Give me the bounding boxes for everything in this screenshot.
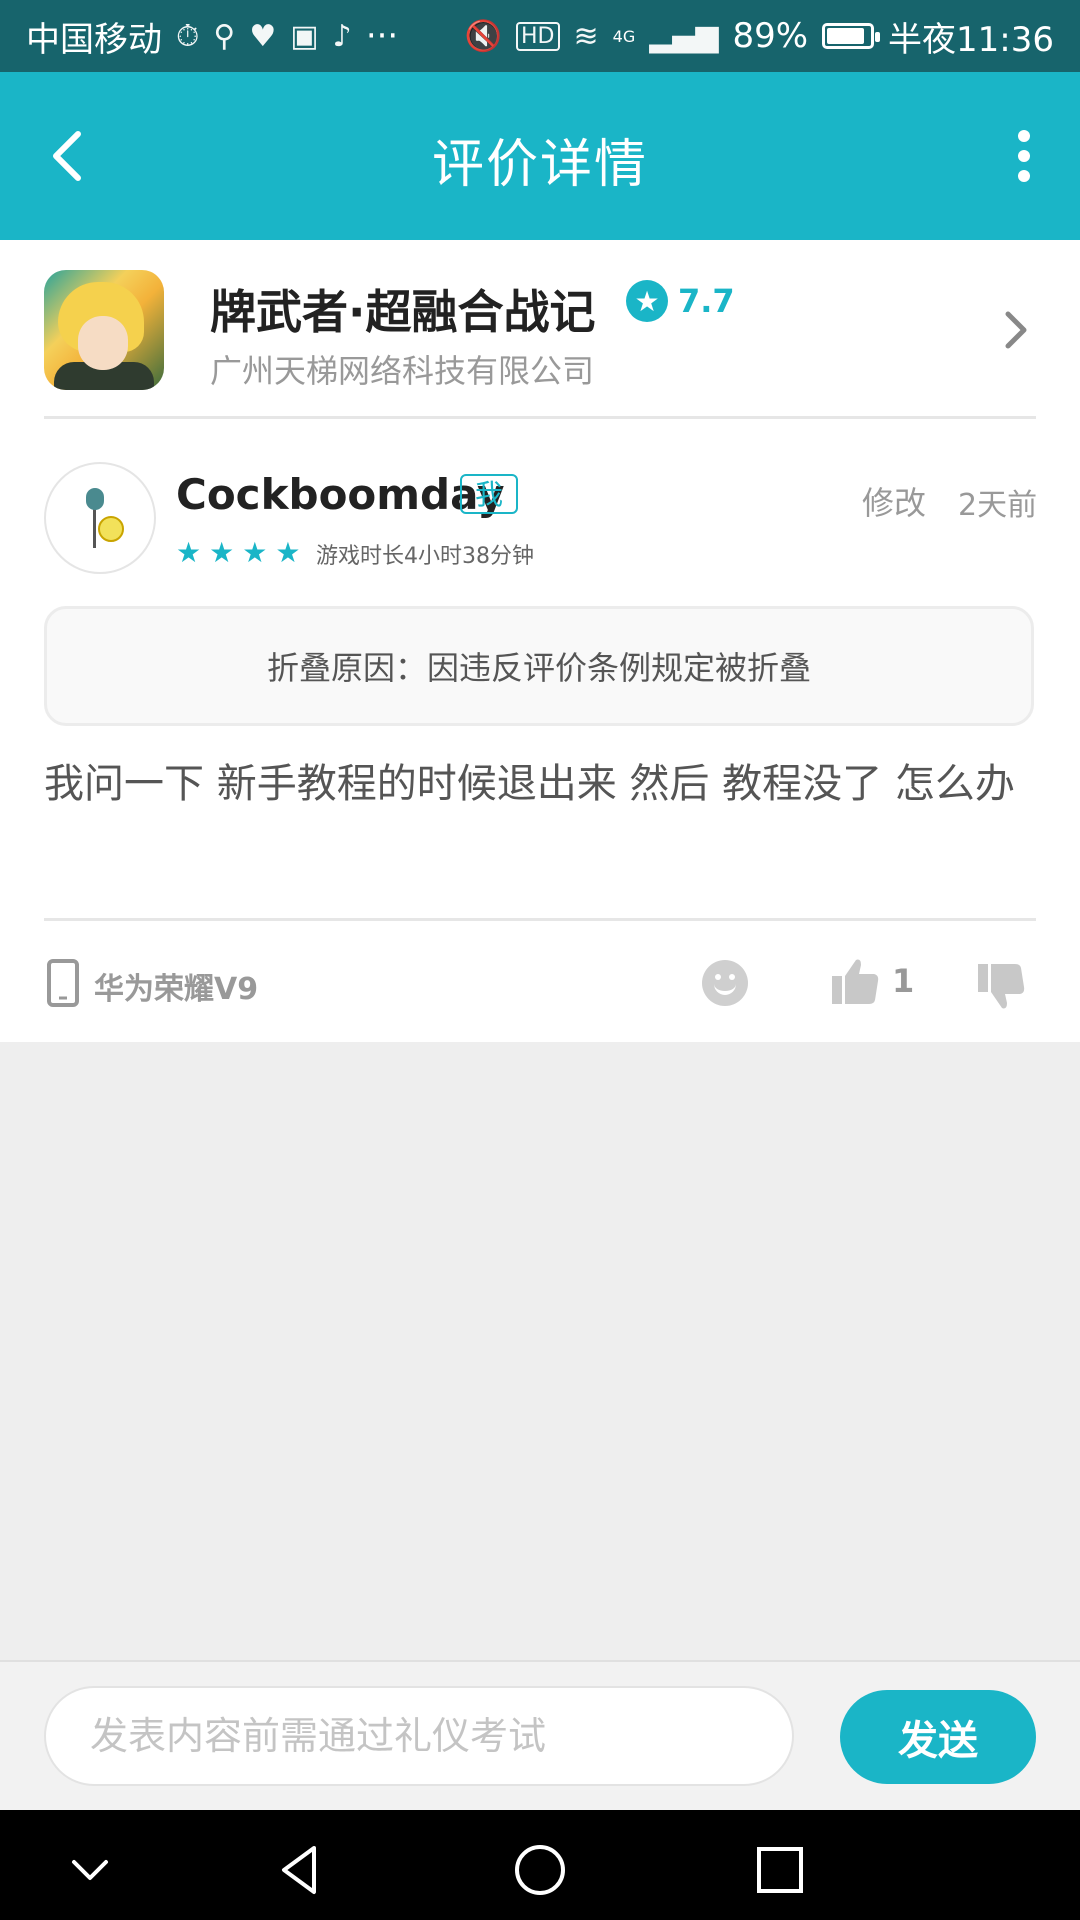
thumbs-down-icon[interactable] <box>976 962 1026 1012</box>
status-bar-right: 🔇 HD ≋ 4G ▂▄▆ 89% 半夜11:36 <box>465 12 1054 61</box>
back-nav-icon[interactable] <box>270 1840 330 1900</box>
star-rating: ★ ★ ★ ★ <box>176 536 300 569</box>
emoji-icon[interactable] <box>702 960 748 1006</box>
divider <box>44 416 1036 419</box>
page-title: 评价详情 <box>431 135 648 195</box>
wifi-icon: ≋ <box>573 18 599 54</box>
comment-composer: 发送 <box>0 1660 1080 1810</box>
mute-icon: 🔇 <box>464 18 503 54</box>
fold-reason-box: 折叠原因：因违反评价条例规定被折叠 <box>44 606 1034 726</box>
game-icon <box>44 270 164 390</box>
battery-icon <box>822 23 881 49</box>
carrier-label: 中国移动 <box>26 19 162 60</box>
star-icon: ★ <box>626 280 668 322</box>
status-bar: 中国移动 ⏱ ⚲ ♥ ▣ ♪ ··· 🔇 HD ≋ 4G ▂▄▆ 89% 半夜1… <box>0 0 1080 72</box>
review-header: Cockboomday 我 修改 2天前 ★ ★ ★ ★ 游戏时长4小时38分钟 <box>0 460 1080 580</box>
playtime-label: 游戏时长4小时38分钟 <box>316 544 534 569</box>
game-score: 7.7 <box>678 282 735 320</box>
chevron-right-icon[interactable] <box>1000 308 1030 352</box>
recents-nav-icon[interactable] <box>750 1840 810 1900</box>
status-bar-left: 中国移动 ⏱ ⚲ ♥ ▣ ♪ ··· <box>26 12 398 61</box>
review-time: 2天前 <box>958 488 1038 523</box>
hide-keyboard-icon[interactable] <box>60 1840 120 1900</box>
review-footer: 华为荣耀V9 1 <box>0 956 1080 1012</box>
comment-input[interactable] <box>44 1686 794 1786</box>
send-button[interactable]: 发送 <box>840 1690 1036 1784</box>
star-icon: ★ <box>176 536 202 569</box>
review-text: 我问一下 新手教程的时候退出来 然后 教程没了 怎么办 <box>44 761 1015 807</box>
game-info-row[interactable]: 牌武者·超融合战记 ★ 7.7 广州天梯网络科技有限公司 <box>0 240 1080 418</box>
me-badge: 我 <box>460 474 518 514</box>
review-card: 牌武者·超融合战记 ★ 7.7 广州天梯网络科技有限公司 Cockboomday… <box>0 240 1080 1042</box>
divider <box>44 918 1036 921</box>
like-count: 1 <box>892 962 915 1000</box>
tiktok-icon: ♪ <box>332 18 352 54</box>
fold-reason-text: 折叠原因：因违反评价条例规定被折叠 <box>266 649 811 687</box>
system-nav-bar <box>0 1810 1080 1920</box>
game-developer: 广州天梯网络科技有限公司 <box>210 352 595 390</box>
more-menu-icon[interactable] <box>1004 126 1044 186</box>
bag-icon: ▣ <box>290 18 319 54</box>
game-title: 牌武者·超融合战记 <box>210 285 596 339</box>
device-name: 华为荣耀V9 <box>94 972 259 1007</box>
search-icon: ⚲ <box>213 18 236 54</box>
battery-fill <box>827 28 865 44</box>
phone-icon <box>47 959 79 1007</box>
star-icon: ★ <box>242 536 268 569</box>
heart-icon: ♥ <box>249 18 277 54</box>
more-notifications: ··· <box>365 16 399 56</box>
hd-icon: HD <box>516 21 560 51</box>
game-rating: ★ 7.7 <box>626 280 735 322</box>
avatar[interactable] <box>44 462 156 574</box>
clock-label: 半夜11:36 <box>888 19 1054 60</box>
edit-button[interactable]: 修改 <box>862 478 926 524</box>
thumbs-up-icon[interactable] <box>830 956 880 1006</box>
star-icon: ★ <box>209 536 235 569</box>
battery-label: 89% <box>732 16 809 56</box>
star-icon: ★ <box>275 536 301 569</box>
home-nav-icon[interactable] <box>510 1840 570 1900</box>
network-label: 4G <box>612 26 636 46</box>
signal-icon: ▂▄▆ <box>649 18 719 54</box>
username[interactable]: Cockboomday <box>176 470 505 519</box>
alarm-icon: ⏱ <box>176 18 200 54</box>
title-bar: 评价详情 <box>0 72 1080 240</box>
